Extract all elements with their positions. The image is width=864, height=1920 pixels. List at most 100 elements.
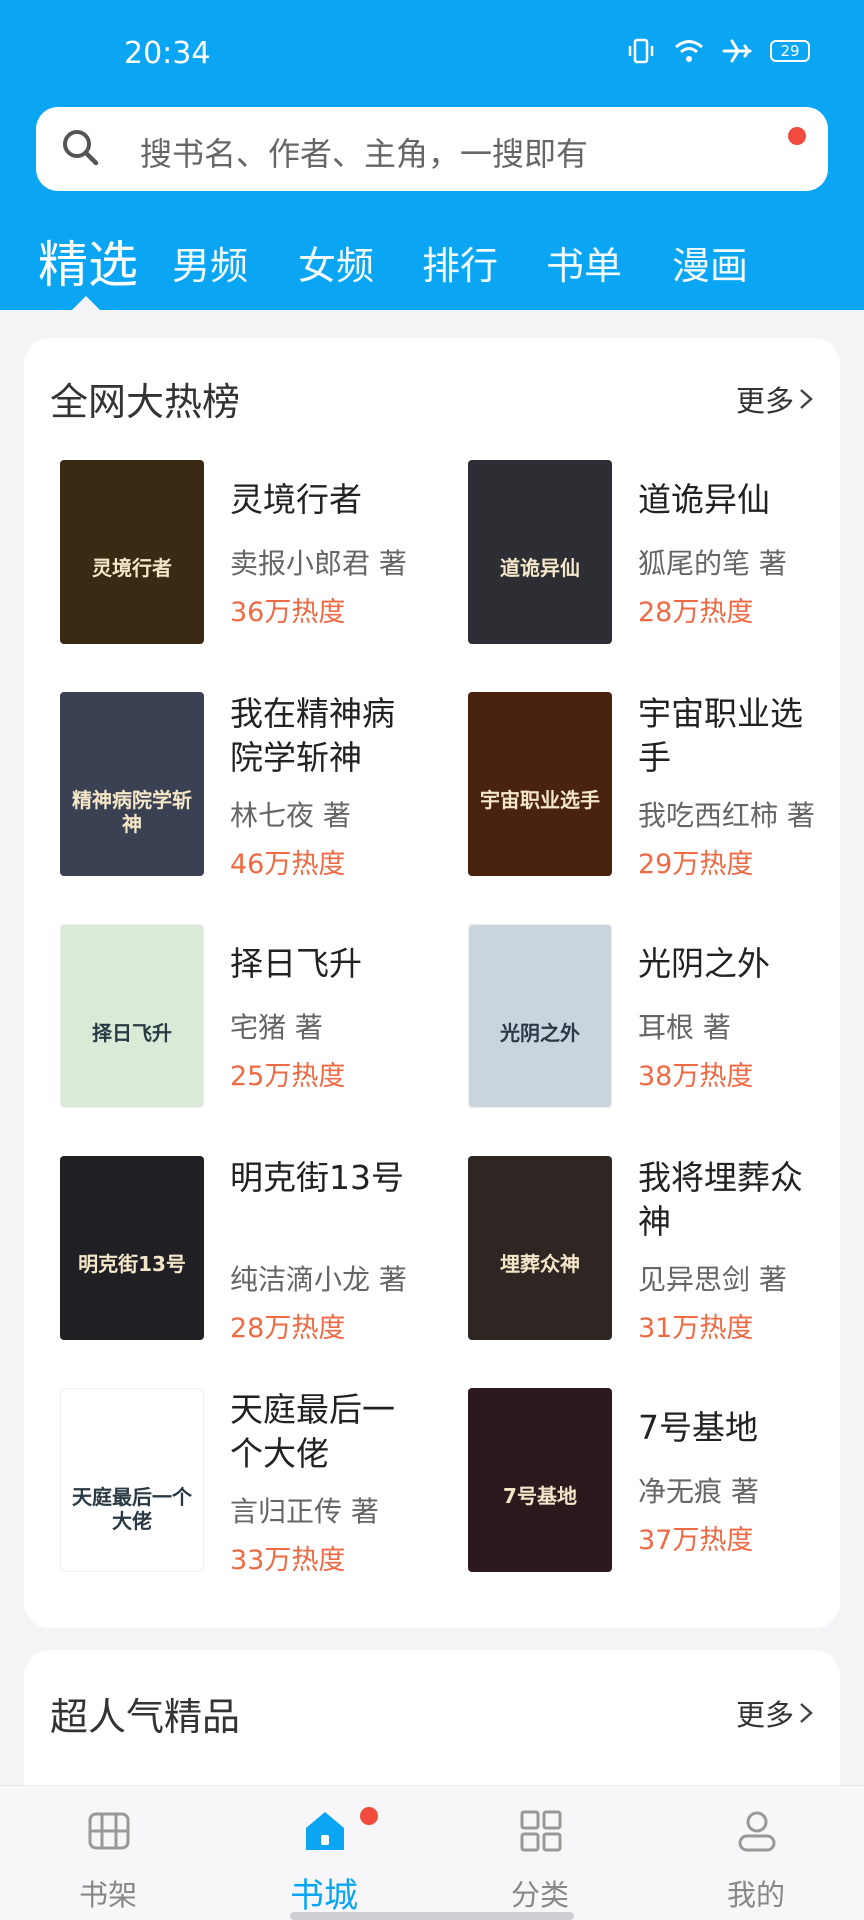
battery-indicator: 29	[770, 40, 810, 62]
book-author: 见异思剑 著	[638, 1263, 787, 1296]
cover-title-art: 灵境行者	[92, 556, 172, 580]
book-item[interactable]: 天庭最后一个大佬 天庭最后一个大佬 言归正传 著 33万热度	[24, 1388, 414, 1578]
cover-title-art: 埋葬众神	[500, 1252, 580, 1276]
book-heat: 31万热度	[638, 1313, 754, 1344]
cover-title-art: 天庭最后一个大佬	[72, 1485, 192, 1533]
cover-title-art: 7号基地	[503, 1484, 577, 1508]
book-heat: 29万热度	[638, 849, 754, 880]
book-heat: 33万热度	[230, 1545, 346, 1576]
home-icon	[306, 1812, 344, 1850]
book-heat: 28万热度	[230, 1313, 346, 1344]
active-tab-indicator	[70, 296, 102, 312]
search-bar[interactable]: 搜书名、作者、主角，一搜即有	[36, 107, 828, 191]
cover-title-art: 宇宙职业选手	[480, 788, 600, 812]
book-heat: 38万热度	[638, 1061, 754, 1092]
bottom-nav: 书架 书城 分类 我的	[0, 1785, 864, 1920]
nav-label: 分类	[510, 1878, 569, 1912]
book-title[interactable]: 道诡异仙	[638, 478, 818, 522]
book-heat: 25万热度	[230, 1061, 346, 1092]
book-cover[interactable]: 宇宙职业选手	[468, 692, 612, 876]
book-item[interactable]: 道诡异仙 道诡异仙 狐尾的笔 著 28万热度	[432, 460, 822, 650]
more-link[interactable]: 更多	[736, 378, 814, 420]
book-cover[interactable]: 精神病院学斩神	[60, 692, 204, 876]
book-cover[interactable]: 道诡异仙	[468, 460, 612, 644]
book-author: 我吃西红柿 著	[638, 799, 815, 832]
book-title[interactable]: 宇宙职业选手	[638, 692, 818, 780]
book-title[interactable]: 择日飞升	[230, 942, 410, 986]
tab-male[interactable]: 男频	[172, 235, 248, 290]
nav-label: 书城	[290, 1876, 358, 1916]
cover-title-art: 精神病院学斩神	[72, 788, 192, 836]
notification-dot	[360, 1807, 378, 1825]
book-author: 纯洁滴小龙 著	[230, 1263, 407, 1296]
more-label: 更多	[735, 1698, 794, 1732]
book-heat: 28万热度	[638, 597, 754, 628]
search-placeholder: 搜书名、作者、主角，一搜即有	[140, 135, 589, 173]
book-item[interactable]: 埋葬众神 我将埋葬众神见异思剑 著 31万热度	[432, 1156, 822, 1346]
wifi-icon	[675, 40, 703, 62]
book-title[interactable]: 天庭最后一个大佬	[230, 1388, 410, 1476]
book-item[interactable]: 7号基地 7号基地 净无痕 著 37万热度	[432, 1388, 822, 1578]
book-item[interactable]: 明克街13号 明克街13号 纯洁滴小龙 著 28万热度	[24, 1156, 414, 1346]
book-item[interactable]: 宇宙职业选手 宇宙职业选手 我吃西红柿 著 29万热度	[432, 692, 822, 882]
status-time: 20:34	[124, 36, 211, 71]
search-icon	[63, 130, 99, 166]
book-item[interactable]: 光阴之外 光阴之外 耳根 著 38万热度	[432, 924, 822, 1114]
more-link[interactable]: 更多	[736, 1692, 814, 1734]
cover-title-art: 道诡异仙	[500, 556, 580, 580]
bookshelf-icon	[88, 1812, 130, 1850]
book-cover[interactable]: 择日飞升	[60, 924, 204, 1108]
home-indicator	[290, 1912, 574, 1920]
more-label: 更多	[735, 384, 794, 418]
notification-dot	[788, 127, 806, 145]
book-cover[interactable]: 明克街13号	[60, 1156, 204, 1340]
book-cover[interactable]: 光阴之外	[468, 924, 612, 1108]
hot-ranking-card: 全网大热榜 更多 灵境行者 灵境行者 卖报小郎君 著 36万热度 道诡异仙 道诡异仙 狐尾的…	[24, 338, 840, 1628]
status-icons: 29	[626, 38, 810, 64]
cover-title-art: 明克街13号	[78, 1252, 186, 1276]
status-bar: 20:34 29	[0, 0, 864, 105]
book-title[interactable]: 7号基地	[638, 1406, 818, 1450]
book-heat: 37万热度	[638, 1525, 754, 1556]
book-author: 宅猪 著	[230, 1011, 323, 1044]
book-author: 耳根 著	[638, 1011, 731, 1044]
book-title[interactable]: 明克街13号	[230, 1156, 410, 1200]
tab-featured[interactable]: 精选	[38, 225, 138, 297]
book-cover[interactable]: 7号基地	[468, 1388, 612, 1572]
nav-category[interactable]: 分类	[465, 1786, 615, 1920]
vibrate-icon	[628, 38, 654, 64]
tab-booklist[interactable]: 书单	[546, 235, 622, 290]
book-cover[interactable]: 灵境行者	[60, 460, 204, 644]
book-title[interactable]: 光阴之外	[638, 942, 818, 986]
tab-female[interactable]: 女频	[298, 235, 374, 290]
tab-comics[interactable]: 漫画	[672, 235, 748, 290]
nav-label: 我的	[726, 1878, 785, 1912]
book-author: 卖报小郎君 著	[230, 547, 407, 580]
book-cover[interactable]: 天庭最后一个大佬	[60, 1388, 204, 1572]
chevron-right-icon	[800, 389, 813, 409]
book-author: 狐尾的笔 著	[638, 547, 787, 580]
book-heat: 36万热度	[230, 597, 346, 628]
category-icon	[520, 1810, 562, 1852]
book-item[interactable]: 精神病院学斩神 我在精神病院学斩神 林七夜 著 46万热度	[24, 692, 414, 882]
profile-icon	[738, 1811, 776, 1852]
nav-bookshelf[interactable]: 书架	[33, 1786, 183, 1920]
book-item[interactable]: 择日飞升 择日飞升 宅猪 著 25万热度	[24, 924, 414, 1114]
nav-profile[interactable]: 我的	[681, 1786, 831, 1920]
tab-ranking[interactable]: 排行	[422, 235, 498, 290]
section-title: 超人气精品	[50, 1695, 241, 1739]
chevron-right-icon	[800, 1703, 813, 1723]
section-title: 全网大热榜	[50, 380, 241, 424]
book-author: 净无痕 著	[638, 1475, 759, 1508]
book-title[interactable]: 我将埋葬众神	[638, 1156, 818, 1244]
book-title[interactable]: 我在精神病院学斩神	[230, 692, 410, 780]
book-heat: 46万热度	[230, 849, 346, 880]
book-cover[interactable]: 埋葬众神	[468, 1156, 612, 1340]
book-item[interactable]: 灵境行者 灵境行者 卖报小郎君 著 36万热度	[24, 460, 414, 650]
book-title[interactable]: 灵境行者	[230, 478, 410, 522]
nav-label: 书架	[78, 1878, 137, 1912]
airplane-icon	[722, 39, 752, 63]
book-author: 言归正传 著	[230, 1495, 379, 1528]
cover-title-art: 光阴之外	[500, 1021, 580, 1045]
nav-bookstore[interactable]: 书城	[249, 1786, 399, 1920]
